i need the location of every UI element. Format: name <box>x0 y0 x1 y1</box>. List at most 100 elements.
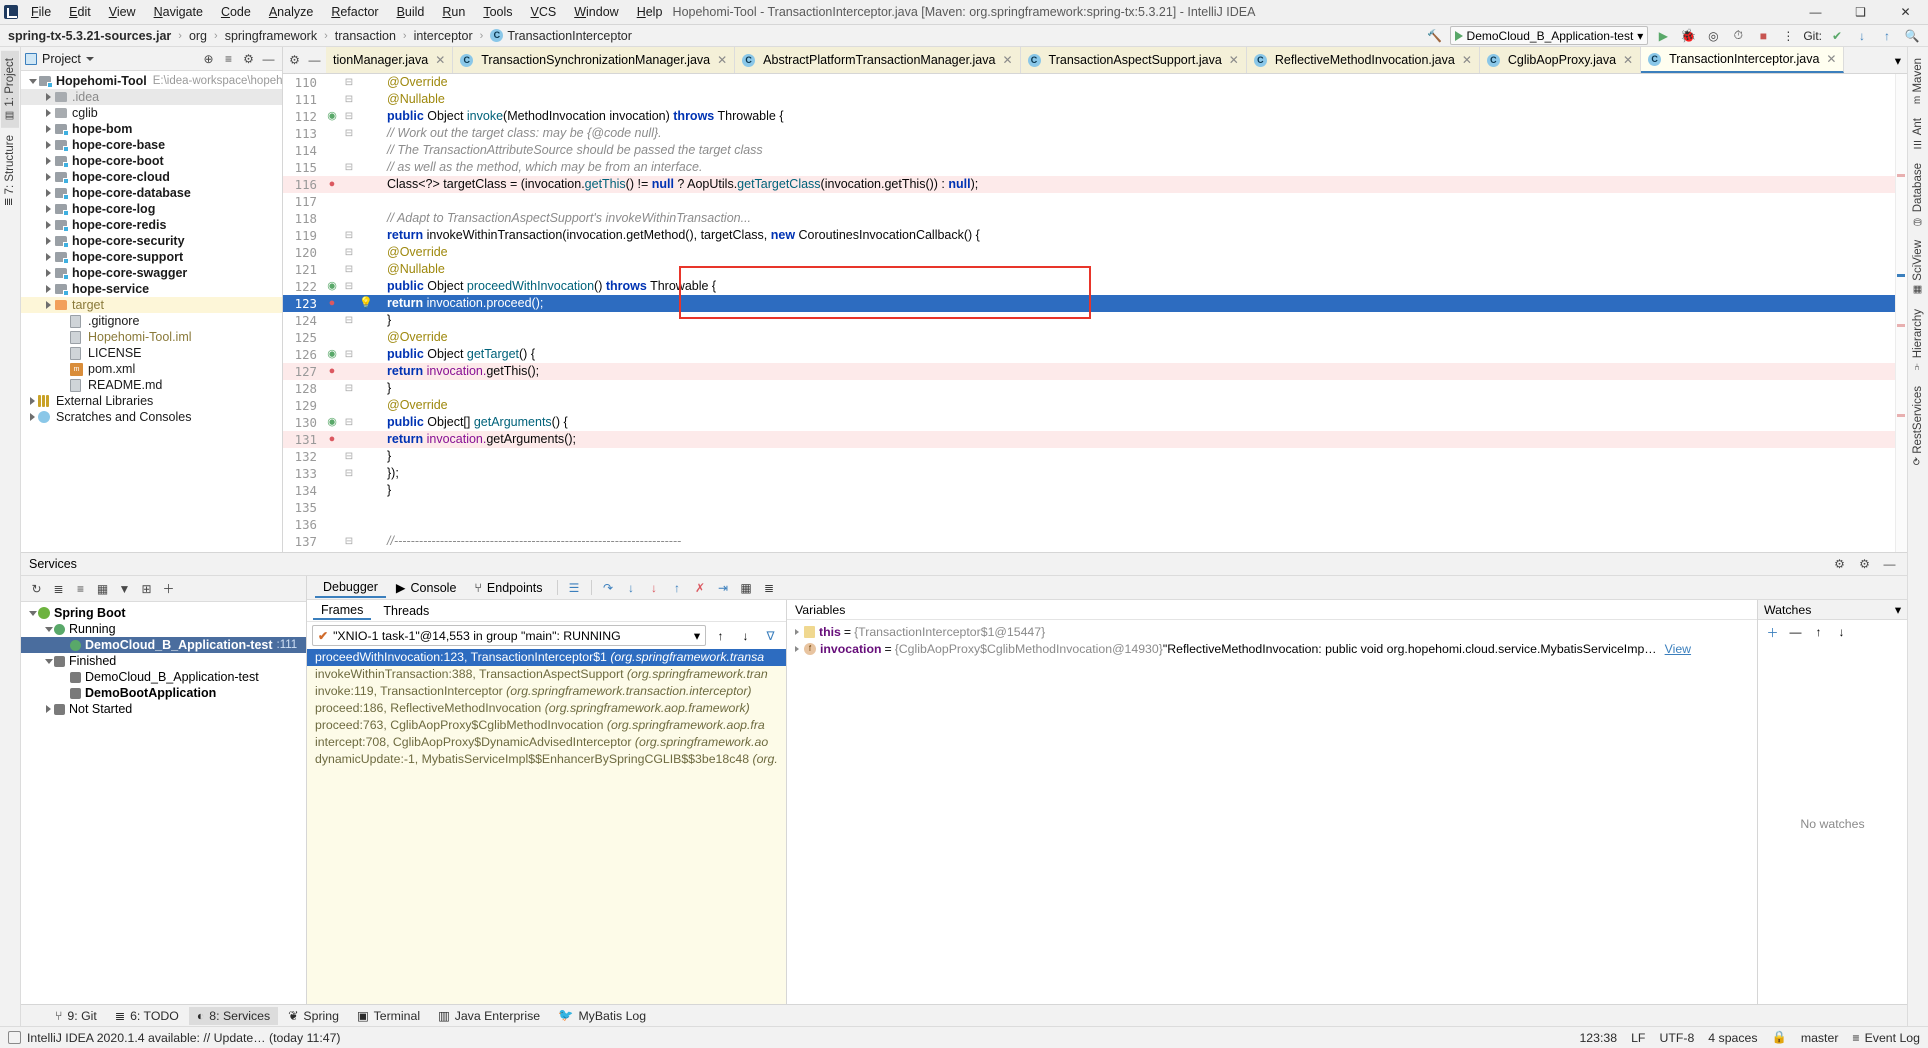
tree-toggle[interactable] <box>43 285 54 293</box>
tree-row[interactable]: Hopehomi-Tool E:\idea-workspace\hopehom <box>21 73 282 89</box>
editor-tab-6[interactable]: C TransactionInterceptor.java ✕ <box>1641 47 1845 73</box>
step-out-icon[interactable]: ↑ <box>667 578 688 598</box>
breadcrumb-item-1[interactable]: org <box>187 29 209 43</box>
gutter-marker[interactable]: ◉ <box>323 278 341 295</box>
breakpoint-icon[interactable]: ● <box>329 433 336 445</box>
tool-strip-maven[interactable]: m Maven <box>1909 51 1927 111</box>
chevron-down-icon[interactable]: ▾ <box>1895 603 1901 617</box>
editor-tab-2[interactable]: C AbstractPlatformTransactionManager.java… <box>735 47 1021 73</box>
force-step-into-icon[interactable]: ↓ <box>644 578 665 598</box>
close-icon[interactable]: ✕ <box>717 53 727 67</box>
help-icon[interactable]: ⚙ <box>1830 555 1849 574</box>
implementation-marker-icon[interactable]: ◉ <box>327 280 337 292</box>
tree-row[interactable]: hope-core-swagger <box>21 265 282 281</box>
gear-icon[interactable]: ⚙ <box>285 51 304 70</box>
debugger-tab-debugger[interactable]: Debugger <box>315 578 386 598</box>
search-icon[interactable]: 🔍 <box>1902 26 1922 45</box>
breakpoint-icon[interactable]: ● <box>329 365 336 377</box>
variable-row[interactable]: f invocation = {CglibAopProxy$CglibMethodIn… <box>787 640 1757 657</box>
tree-toggle[interactable] <box>43 705 54 713</box>
menu-item-vcs[interactable]: VCS <box>522 1 566 24</box>
tree-toggle[interactable] <box>43 626 54 632</box>
tool-window-services[interactable]: ◐ 8: Services <box>188 1006 279 1025</box>
tree-row[interactable]: hope-core-log <box>21 201 282 217</box>
fold-marker[interactable]: ⊟ <box>341 414 357 431</box>
menu-item-build[interactable]: Build <box>388 1 434 24</box>
tree-row[interactable]: hope-core-cloud <box>21 169 282 185</box>
tree-row[interactable]: .idea <box>21 89 282 105</box>
fold-marker[interactable]: ⊟ <box>341 312 357 329</box>
fold-marker[interactable]: ⊟ <box>341 346 357 363</box>
evaluate-icon[interactable]: ▦ <box>736 578 757 598</box>
run-configuration-selector[interactable]: DemoCloud_B_Application-test ▾ <box>1449 26 1649 45</box>
frame-row[interactable]: invokeWithinTransaction:388, Transaction… <box>307 666 786 683</box>
collapse-all-icon[interactable]: ≡ <box>219 49 238 68</box>
services-tree-row[interactable]: Not Started <box>21 701 306 717</box>
tree-toggle[interactable] <box>43 237 54 245</box>
fold-marker[interactable]: ⊟ <box>341 278 357 295</box>
services-tree[interactable]: Spring Boot Running DemoCloud_B_Applicatio… <box>21 602 306 1004</box>
tree-row[interactable]: Hopehomi-Tool.iml <box>21 329 282 345</box>
tree-row[interactable]: hope-service <box>21 281 282 297</box>
hide-icon[interactable]: — <box>305 51 324 70</box>
editor-tab-4[interactable]: C ReflectiveMethodInvocation.java ✕ <box>1246 47 1480 73</box>
tree-toggle[interactable] <box>27 413 38 421</box>
tree-toggle[interactable] <box>43 93 54 101</box>
menu-item-refactor[interactable]: Refactor <box>322 1 387 24</box>
gutter-marker[interactable]: ● <box>323 295 341 312</box>
debug-button[interactable]: 🐞 <box>1678 26 1698 45</box>
tree-toggle[interactable] <box>43 253 54 261</box>
editor-tab-0[interactable]: tionManager.java ✕ <box>326 47 454 73</box>
tree-row[interactable]: cglib <box>21 105 282 121</box>
variables-list[interactable]: this = {TransactionInterceptor$1@15447} f in… <box>787 620 1757 1004</box>
lock-icon[interactable]: 🔒 <box>1772 1030 1787 1045</box>
tree-toggle[interactable] <box>43 109 54 117</box>
tree-toggle[interactable] <box>43 205 54 213</box>
breadcrumb-item-0[interactable]: spring-tx-5.3.21-sources.jar <box>6 29 173 43</box>
tool-window-git[interactable]: ⑂ 9: Git <box>47 1007 105 1025</box>
watch-down-icon[interactable]: ↓ <box>1831 622 1852 642</box>
frame-row[interactable]: dynamicUpdate:-1, MybatisServiceImpl$$En… <box>307 751 786 768</box>
view-link[interactable]: View <box>1665 642 1691 656</box>
close-icon[interactable]: ✕ <box>1623 53 1633 67</box>
tree-row[interactable]: .gitignore <box>21 313 282 329</box>
rerun-icon[interactable]: ↻ <box>27 579 46 598</box>
maximize-button[interactable]: ❑ <box>1838 0 1883 25</box>
services-tree-row[interactable]: Running <box>21 621 306 637</box>
code-editor[interactable]: 110 ⊟ @Override 111 ⊟ @Nullable 112 ◉ ⊟ public… <box>283 74 1907 552</box>
menu-item-run[interactable]: Run <box>433 1 474 24</box>
fold-marker[interactable]: ⊟ <box>341 380 357 397</box>
tool-strip-ant[interactable]: ☰ Ant <box>1909 111 1927 156</box>
add-watch-button[interactable]: ＋ <box>1762 622 1783 642</box>
close-icon[interactable]: ✕ <box>1002 53 1012 67</box>
indent-setting[interactable]: 4 spaces <box>1708 1031 1757 1045</box>
debugger-tab-endpoints[interactable]: ⑂ Endpoints <box>466 579 550 597</box>
caret-position[interactable]: 123:38 <box>1579 1031 1617 1045</box>
gutter-marker[interactable]: ◉ <box>323 414 341 431</box>
tree-row[interactable]: README.md <box>21 377 282 393</box>
filter-icon[interactable]: ∇ <box>760 626 781 646</box>
services-tree-row[interactable]: Finished <box>21 653 306 669</box>
implementation-marker-icon[interactable]: ◉ <box>327 348 337 360</box>
tree-row[interactable]: External Libraries <box>21 393 282 409</box>
variable-row[interactable]: this = {TransactionInterceptor$1@15447} <box>787 623 1757 640</box>
tree-row[interactable]: target <box>21 297 282 313</box>
implementation-marker-icon[interactable]: ◉ <box>327 416 337 428</box>
intention-bulb-icon[interactable]: 💡 <box>357 295 375 312</box>
tree-row[interactable]: hope-core-base <box>21 137 282 153</box>
menu-item-view[interactable]: View <box>100 1 145 24</box>
frames-list[interactable]: proceedWithInvocation:123, TransactionIn… <box>307 649 786 1004</box>
tree-row[interactable]: hope-core-database <box>21 185 282 201</box>
tree-toggle[interactable] <box>43 658 54 664</box>
chevron-right-icon[interactable] <box>795 628 799 635</box>
run-to-cursor-icon[interactable]: ⇥ <box>713 578 734 598</box>
frame-row[interactable]: proceed:763, CglibAopProxy$CglibMethodIn… <box>307 717 786 734</box>
services-tree-row[interactable]: Spring Boot <box>21 605 306 621</box>
gutter-marker[interactable]: ◉ <box>323 346 341 363</box>
encoding[interactable]: UTF-8 <box>1659 1031 1694 1045</box>
tree-toggle[interactable] <box>43 125 54 133</box>
tool-window-javaenterprise[interactable]: ▥ Java Enterprise <box>430 1007 548 1025</box>
tool-window-mybatislog[interactable]: 🐦 MyBatis Log <box>550 1006 654 1025</box>
breakpoint-icon[interactable]: ● <box>329 297 336 309</box>
tool-strip-hierarchy[interactable]: ⑂ Hierarchy <box>1909 302 1927 378</box>
